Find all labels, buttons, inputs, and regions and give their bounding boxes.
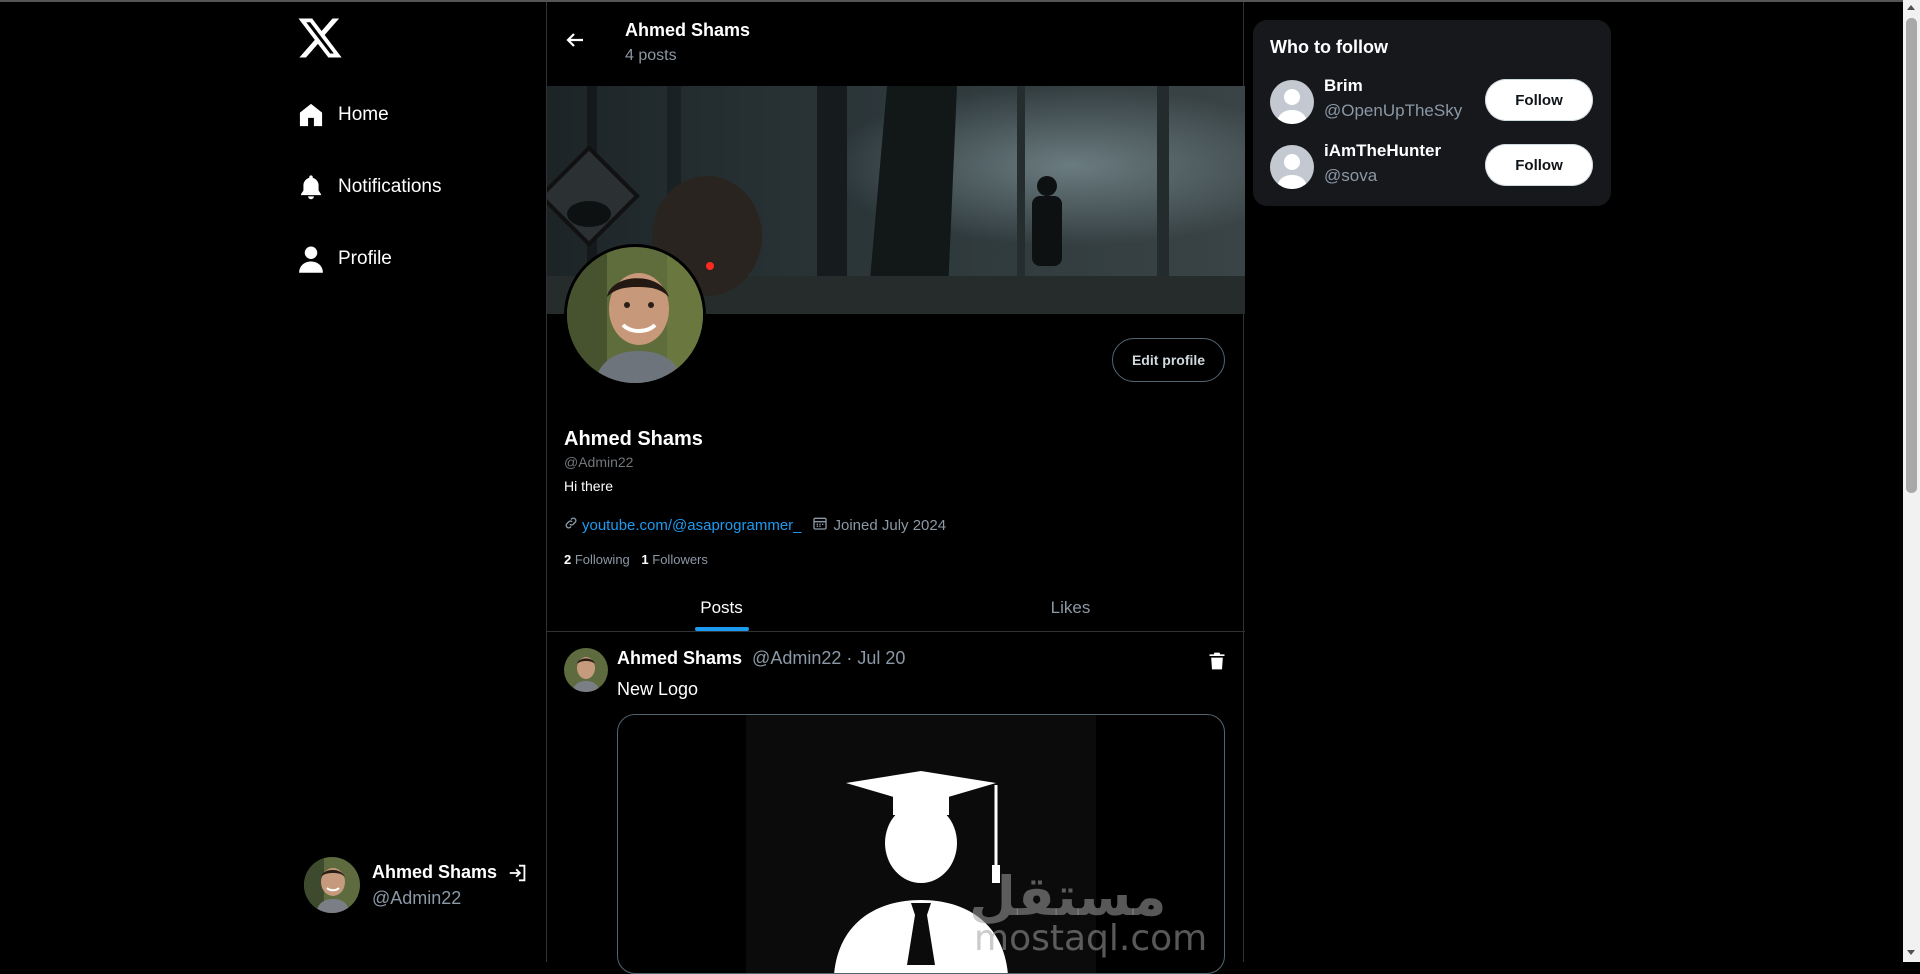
profile-bio: Hi there: [564, 478, 614, 494]
sidebar-item-label: Profile: [338, 248, 392, 269]
post-avatar[interactable]: [564, 648, 608, 692]
sidebar-item-label: Home: [338, 104, 389, 125]
account-name: Ahmed Shams: [372, 862, 498, 882]
follow-button[interactable]: Follow: [1485, 144, 1593, 186]
page-title: Ahmed Shams: [625, 20, 751, 40]
suggestion-name: iAmTheHunter: [1324, 141, 1442, 160]
suggestion-item[interactable]: Brim @OpenUpTheSky Follow: [1270, 76, 1595, 126]
following-link[interactable]: 2 Following: [564, 552, 630, 567]
edit-profile-button[interactable]: Edit profile: [1112, 338, 1225, 382]
trash-icon[interactable]: [1207, 650, 1227, 672]
profile-avatar[interactable]: [564, 244, 706, 386]
account-handle: @Admin22: [372, 887, 462, 908]
logo-image: مستقل mostaql.com: [746, 715, 1207, 973]
active-tab-indicator: [694, 627, 749, 631]
tab-label: Likes: [1050, 597, 1091, 617]
following-label: Following: [574, 552, 630, 567]
suggestion-item[interactable]: iAmTheHunter @sova Follow: [1270, 141, 1595, 191]
suggestion-handle: @OpenUpTheSky: [1324, 101, 1463, 120]
follow-button[interactable]: Follow: [1485, 79, 1593, 121]
back-arrow-icon[interactable]: [563, 28, 589, 54]
left-sidebar: Home Notifications Profile Ahmed Shams @…: [290, 0, 546, 962]
post-count: 4 posts: [625, 47, 677, 64]
sidebar-item-profile[interactable]: Profile: [296, 237, 412, 281]
post-image[interactable]: مستقل mostaql.com: [617, 714, 1225, 974]
profile-meta: youtube.com/@asaprogrammer_ Joined July …: [564, 515, 946, 535]
profile-column: Ahmed Shams 4 posts Edit profile Ahmed S…: [546, 2, 1245, 974]
user-icon: [296, 244, 326, 274]
profile-header: Ahmed Shams 4 posts: [547, 2, 1243, 86]
post-text: New Logo: [617, 679, 699, 699]
sidebar-item-notifications[interactable]: Notifications: [296, 165, 462, 209]
who-to-follow-panel: Who to follow Brim @OpenUpTheSky Follow …: [1253, 20, 1611, 206]
tab-posts[interactable]: Posts: [547, 584, 896, 631]
followers-link[interactable]: 1 Followers: [641, 552, 707, 567]
followers-label: Followers: [652, 552, 708, 567]
bell-icon: [296, 172, 326, 202]
tab-label: Posts: [700, 597, 743, 617]
calendar-icon: [812, 515, 828, 535]
profile-name: Ahmed Shams: [564, 428, 703, 450]
avatar: [304, 857, 360, 913]
profile-link[interactable]: youtube.com/@asaprogrammer_: [582, 517, 802, 534]
suggestion-handle: @sova: [1324, 166, 1378, 185]
follow-stats: 2 Following 1 Followers: [564, 552, 708, 567]
suggestion-name: Brim: [1324, 76, 1363, 95]
followers-count: 1: [641, 552, 649, 567]
post-item[interactable]: Ahmed Shams @Admin22 · Jul 20 New Logo م…: [547, 633, 1245, 974]
sidebar-item-label: Notifications: [338, 176, 442, 197]
account-switcher[interactable]: Ahmed Shams @Admin22: [304, 855, 534, 915]
default-avatar-icon: [1270, 145, 1314, 189]
x-logo-icon[interactable]: [296, 14, 344, 62]
profile-tabs: Posts Likes: [547, 584, 1245, 632]
joined-date: Joined July 2024: [833, 516, 947, 534]
tab-likes[interactable]: Likes: [896, 584, 1245, 631]
page-scrollbar[interactable]: [1903, 0, 1920, 962]
sidebar-item-home[interactable]: Home: [296, 93, 409, 137]
home-icon: [296, 100, 326, 130]
post-author[interactable]: Ahmed Shams: [617, 648, 742, 669]
scroll-down-arrow-icon[interactable]: [1907, 950, 1915, 955]
scrollbar-thumb[interactable]: [1906, 18, 1917, 493]
link-icon: [564, 516, 578, 534]
default-avatar-icon: [1270, 80, 1314, 124]
scroll-up-arrow-icon[interactable]: [1907, 5, 1915, 10]
watermark-text: mostaql.com: [974, 918, 1208, 959]
following-count: 2: [564, 552, 572, 567]
logout-icon[interactable]: [507, 862, 529, 884]
post-meta: @Admin22 · Jul 20: [752, 648, 906, 668]
profile-handle: @Admin22: [564, 454, 634, 470]
panel-title: Who to follow: [1270, 37, 1388, 57]
